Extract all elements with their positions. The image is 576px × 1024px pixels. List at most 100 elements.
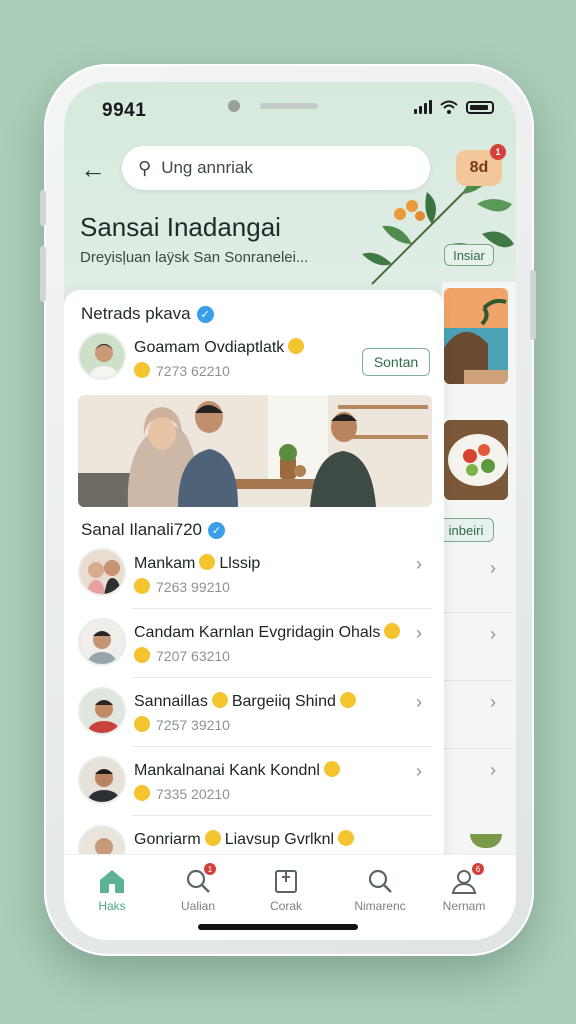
- emoji-icon: [211, 692, 228, 708]
- nav-item-search[interactable]: Nimarenc: [340, 867, 420, 913]
- nav-label: Corak: [269, 899, 302, 913]
- page-title: Sansai Inadangai: [80, 212, 281, 242]
- list-item-name[interactable]: Sannaillas Bargeiiq Shind: [134, 692, 356, 711]
- phone-side-button: [530, 270, 536, 340]
- search-placeholder: Ung annriak: [161, 158, 253, 177]
- list-item-meta: 7263 99210: [134, 578, 230, 595]
- divider: [444, 680, 512, 681]
- chevron-right-icon[interactable]: ›: [416, 554, 422, 575]
- avatar[interactable]: [78, 548, 126, 596]
- list-item-name-text: Mankam: [134, 555, 196, 572]
- nav-label: Haks: [98, 899, 126, 913]
- avatar[interactable]: [78, 756, 126, 804]
- nav-badge: 6: [472, 863, 484, 875]
- emoji-icon: [339, 692, 356, 708]
- status-icons: [414, 100, 494, 114]
- emoji-icon: [134, 785, 150, 801]
- nav-label: Nernam: [442, 899, 486, 913]
- status-time: 9941: [102, 100, 147, 121]
- search-icon: ⚲: [138, 157, 152, 178]
- list-item-meta: 7207 63210: [134, 647, 230, 664]
- list-item-name[interactable]: Candam Karnlan Evgridagin Ohals: [134, 623, 401, 642]
- list-item-name[interactable]: Mankam Llssip: [134, 554, 260, 573]
- featured-section-title: Netrads pkava: [81, 304, 191, 323]
- emoji-icon: [134, 578, 150, 594]
- person-avatar-illustration: [80, 620, 124, 664]
- emoji-icon: [323, 761, 340, 777]
- avatar[interactable]: [78, 618, 126, 666]
- beach-illustration: [444, 288, 508, 384]
- chevron-right-icon: ›: [490, 692, 496, 712]
- food-image[interactable]: [444, 420, 508, 500]
- nav-item-saved[interactable]: Corak: [246, 867, 326, 913]
- divider: [444, 748, 512, 749]
- front-camera: [228, 100, 240, 112]
- list-item-name-text: Mankalnanai Kank Kondnl: [134, 762, 320, 779]
- divider: [132, 677, 432, 678]
- avatar[interactable]: [78, 332, 126, 380]
- list-section-header: Sanal Ilanali720 ✓: [81, 520, 225, 540]
- person-avatar-illustration: [80, 689, 124, 733]
- notification-count: 8d: [469, 159, 489, 176]
- phone-side-button: [40, 246, 46, 302]
- featured-profile-name[interactable]: Goamam Ovdiaptlatk: [134, 338, 305, 357]
- emoji-icon: [288, 338, 305, 354]
- list-item-name[interactable]: Gonriarm Liavsup Gvrlknl: [134, 830, 355, 849]
- wifi-icon: [440, 100, 458, 114]
- featured-profile-meta: 7273 62210: [134, 362, 230, 379]
- follow-button[interactable]: Sontan: [362, 348, 430, 376]
- chevron-right-icon[interactable]: ›: [416, 623, 422, 644]
- chevron-right-icon: ›: [490, 558, 496, 578]
- nav-item-home[interactable]: Haks: [72, 867, 152, 913]
- verified-badge-icon: ✓: [196, 305, 214, 323]
- featured-profile-meta-text: 7273 62210: [156, 363, 230, 379]
- person-avatar-illustration: [80, 334, 124, 378]
- divider: [132, 746, 432, 747]
- home-icon: [100, 870, 124, 893]
- list-item-meta-text: 7263 99210: [156, 579, 230, 595]
- list-item-name-text: Candam Karnlan Evgridagin Ohals: [134, 624, 381, 641]
- nav-badge: 1: [204, 863, 216, 875]
- emoji-icon: [384, 623, 401, 639]
- emoji-icon: [134, 716, 150, 732]
- list-item-name-suffix: Llssip: [219, 555, 261, 572]
- chevron-right-icon: ›: [490, 760, 496, 780]
- nav-item-explore[interactable]: 1 Ualian: [158, 863, 238, 913]
- beach-image[interactable]: [444, 288, 508, 384]
- couple-avatar-illustration: [80, 550, 124, 594]
- people-at-table-illustration: [78, 395, 432, 507]
- app-screen: 9941 ← ⚲ Ung annriak 8d 1 Sansai Inadang…: [64, 82, 516, 940]
- tag-button[interactable]: Insiar: [444, 244, 494, 266]
- home-indicator[interactable]: [198, 924, 358, 930]
- content-card: Netrads pkava ✓ Goamam Ovdiaptlatk 7273 …: [64, 290, 444, 940]
- phone-side-button: [40, 190, 46, 226]
- list-item-meta-text: 7335 20210: [156, 786, 230, 802]
- emoji-icon: [204, 830, 221, 846]
- chevron-right-icon: ›: [490, 624, 496, 644]
- notification-button[interactable]: 8d 1: [456, 144, 506, 186]
- chevron-right-icon[interactable]: ›: [416, 761, 422, 782]
- avatar[interactable]: [78, 687, 126, 735]
- search-icon: [368, 869, 392, 893]
- back-arrow-icon[interactable]: ←: [80, 154, 106, 185]
- divider: [132, 815, 432, 816]
- notification-dot: 1: [490, 144, 506, 160]
- nav-label: Ualian: [180, 899, 216, 913]
- chevron-right-icon[interactable]: ›: [416, 692, 422, 713]
- list-item-name-text: Sannaillas: [134, 693, 208, 710]
- list-item-name-suffix: Liavsup Gvrlknl: [224, 831, 335, 848]
- list-item-meta-text: 7257 39210: [156, 717, 230, 733]
- side-button[interactable]: inbeiri: [438, 518, 494, 542]
- earpiece: [260, 103, 318, 109]
- divider: [132, 608, 432, 609]
- emoji-icon: [134, 647, 150, 663]
- list-item-meta: 7257 39210: [134, 716, 230, 733]
- person-avatar-illustration: [80, 758, 124, 802]
- bookmark-icon: [275, 870, 297, 893]
- nav-item-profile[interactable]: 6 Nernam: [424, 863, 504, 913]
- emoji-icon: [199, 554, 216, 570]
- salad-illustration: [444, 420, 508, 500]
- list-item-name[interactable]: Mankalnanai Kank Kondnl: [134, 761, 340, 780]
- featured-photo[interactable]: [78, 395, 432, 507]
- list-item-meta: 7335 20210: [134, 785, 230, 802]
